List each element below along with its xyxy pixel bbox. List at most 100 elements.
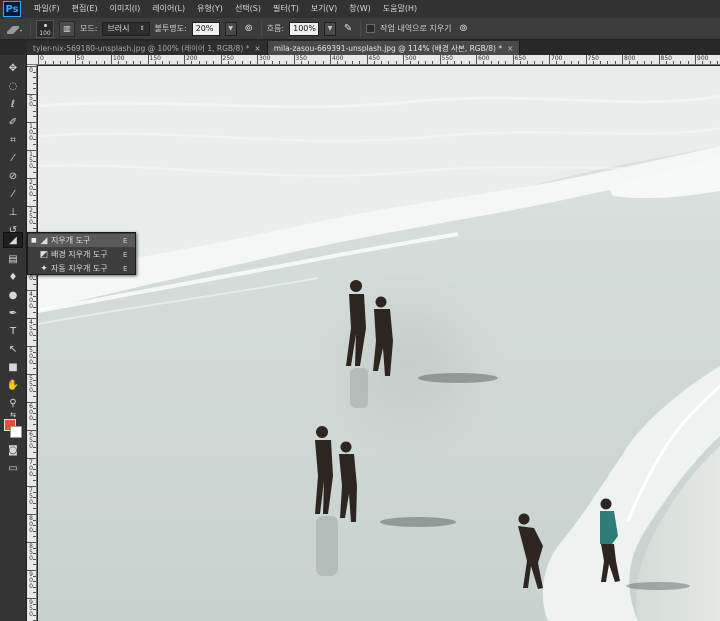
opacity-input[interactable]: 20%: [191, 21, 220, 36]
ruler-minor-tick: [96, 61, 98, 64]
ruler-tick: [147, 55, 149, 64]
menu-edit[interactable]: 편집(E): [66, 0, 104, 18]
close-icon[interactable]: ×: [254, 44, 260, 53]
mode-select[interactable]: 브러시 ⇕: [102, 21, 150, 36]
ruler-minor-tick: [213, 61, 215, 64]
healing-brush-tool[interactable]: ⊘: [3, 168, 23, 184]
ruler-minor-tick: [33, 418, 36, 420]
ruler-minor-tick: [33, 603, 36, 605]
brush-panel-icon: ▥: [63, 24, 71, 33]
menu-image[interactable]: 이미지(I): [104, 0, 147, 18]
ruler-minor-tick: [709, 61, 711, 64]
quick-mask-button[interactable]: ◙: [3, 442, 23, 458]
flyout-item-magic-eraser[interactable]: ✦ 자동 지우개 도구 E: [28, 262, 135, 275]
hand-tool-icon: ✋: [6, 379, 20, 391]
gradient-tool-icon: ▤: [8, 253, 18, 265]
menu-layer[interactable]: 레이어(L): [146, 0, 191, 18]
lasso-tool[interactable]: ℓ: [3, 96, 23, 112]
marquee-tool[interactable]: ◌: [3, 78, 23, 94]
menu-file[interactable]: 파일(F): [28, 0, 66, 18]
ruler-minor-tick: [614, 61, 616, 64]
chevron-down-icon: ▼: [327, 25, 333, 32]
type-tool[interactable]: T: [3, 323, 23, 339]
menu-type[interactable]: 유형(Y): [191, 0, 229, 18]
menu-filter[interactable]: 필터(T): [267, 0, 305, 18]
ruler-minor-tick: [33, 284, 36, 286]
eraser-tool[interactable]: ◢: [3, 232, 23, 248]
ruler-minor-tick: [527, 61, 529, 64]
gradient-tool[interactable]: ▤: [3, 251, 23, 267]
flyout-item-label: 배경 지우개 도구: [51, 250, 108, 259]
ruler-minor-tick: [315, 61, 317, 64]
ruler-minor-tick: [154, 61, 156, 64]
ruler-minor-tick: [242, 61, 244, 64]
erase-to-history-checkbox[interactable]: [366, 24, 376, 33]
clone-stamp-tool[interactable]: ⊥: [3, 204, 23, 220]
brush-tool[interactable]: ⁄: [3, 186, 23, 202]
close-icon[interactable]: ×: [507, 44, 513, 53]
ruler-minor-tick: [680, 61, 682, 64]
blur-tool[interactable]: ♦: [3, 269, 23, 285]
tab-document-2[interactable]: mila-zasou-669391-unsplash.jpg @ 114% (배…: [267, 41, 521, 55]
ruler-minor-tick: [33, 586, 36, 588]
screen-mode-button[interactable]: ▭: [3, 460, 23, 476]
ruler-tick: [549, 55, 550, 64]
ruler-minor-tick: [505, 61, 507, 64]
flow-dropdown[interactable]: ▼: [324, 21, 337, 36]
document-canvas[interactable]: [38, 66, 720, 621]
quick-mask-icon: ◙: [8, 444, 18, 456]
ruler-minor-tick: [278, 61, 280, 64]
dodge-tool-icon: ●: [8, 289, 18, 301]
airbrush-button[interactable]: ✎: [341, 22, 355, 36]
ruler-minor-tick: [33, 144, 36, 146]
path-select-tool[interactable]: ↖: [3, 341, 23, 357]
flyout-item-eraser[interactable]: ■ ◢ 지우개 도구 E: [28, 234, 135, 247]
ruler-minor-tick: [271, 61, 273, 64]
flow-value: 100%: [293, 24, 316, 33]
tab-document-1[interactable]: tyler-nix-569180-unsplash.jpg @ 100% (레이…: [27, 41, 268, 55]
ruler-minor-tick: [205, 61, 207, 64]
menu-view[interactable]: 보기(V): [305, 0, 343, 18]
hand-tool[interactable]: ✋: [3, 377, 23, 393]
rectangle-tool[interactable]: ■: [3, 359, 23, 375]
menu-window[interactable]: 창(W): [343, 0, 377, 18]
ruler-minor-tick: [33, 536, 36, 538]
swap-colors-icon: ⇆: [10, 411, 16, 419]
eyedropper-tool[interactable]: ⁄: [3, 150, 23, 166]
quick-select-tool[interactable]: ✐: [3, 114, 23, 130]
ruler-minor-tick: [33, 508, 36, 510]
blur-tool-icon: ♦: [8, 271, 18, 283]
ruler-minor-tick: [33, 446, 36, 448]
ruler-minor-tick: [643, 61, 645, 64]
tool-preset-picker[interactable]: [3, 21, 25, 37]
screen-mode-icon: ▭: [8, 462, 18, 474]
ruler-minor-tick: [424, 61, 426, 64]
ruler-minor-tick: [33, 312, 36, 314]
ruler-tick: [330, 55, 331, 64]
ruler-minor-tick: [33, 362, 36, 364]
pressure-size-button[interactable]: ⊚: [456, 22, 470, 36]
ruler-minor-tick: [249, 61, 251, 64]
move-tool[interactable]: ✥: [3, 60, 23, 76]
ruler-minor-tick: [33, 228, 36, 230]
brush-panel-toggle[interactable]: ▥: [59, 20, 75, 37]
menu-select[interactable]: 선택(S): [229, 0, 267, 18]
menu-help[interactable]: 도움말(H): [377, 0, 423, 18]
ruler-minor-tick: [33, 329, 36, 331]
brush-preset-picker[interactable]: 100: [36, 19, 54, 38]
zoom-tool[interactable]: ⚲: [3, 395, 23, 411]
ruler-minor-tick: [33, 379, 36, 381]
ruler-tick: [439, 55, 441, 64]
flow-input[interactable]: 100%: [289, 21, 320, 36]
background-color-swatch[interactable]: [10, 426, 22, 438]
ruler-minor-tick: [395, 61, 397, 64]
ruler-minor-tick: [388, 61, 390, 64]
ruler-tick: [184, 55, 185, 64]
crop-tool[interactable]: ⌗: [3, 132, 23, 148]
pen-tool[interactable]: ✒: [3, 305, 23, 321]
pressure-opacity-button[interactable]: ⊚: [242, 22, 256, 36]
opacity-dropdown[interactable]: ▼: [224, 21, 237, 36]
chevron-down-icon: ▼: [228, 25, 233, 32]
flyout-item-background-eraser[interactable]: ◩ 배경 지우개 도구 E: [28, 248, 135, 261]
dodge-tool[interactable]: ●: [3, 287, 23, 303]
